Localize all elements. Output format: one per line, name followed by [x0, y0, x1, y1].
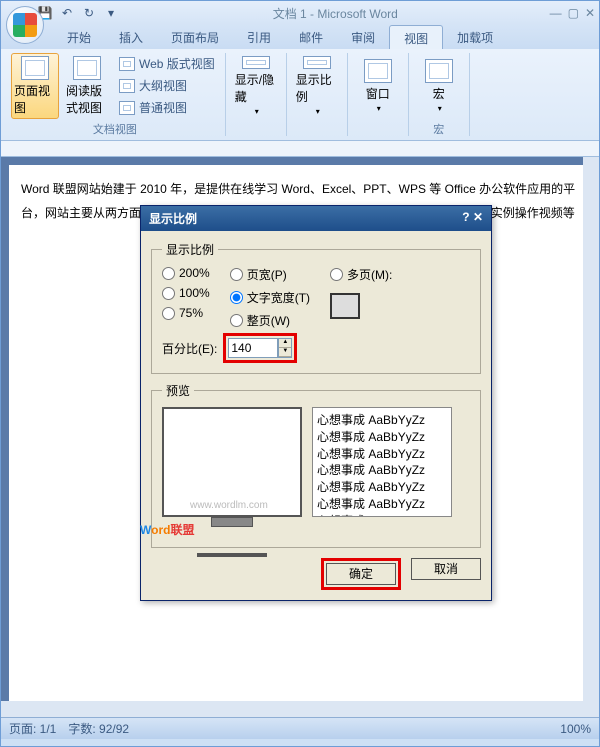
- macro-button[interactable]: 宏▾: [415, 53, 463, 119]
- vertical-scrollbar[interactable]: [583, 157, 599, 717]
- zoom-label: 显示比例: [296, 71, 338, 105]
- tab-references[interactable]: 引用: [233, 25, 285, 49]
- web-view-icon: [119, 57, 135, 71]
- outline-view-icon: [119, 79, 135, 93]
- macro-group-label: 宏: [433, 119, 444, 139]
- tab-layout[interactable]: 页面布局: [157, 25, 233, 49]
- tab-review[interactable]: 审阅: [337, 25, 389, 49]
- radio-75[interactable]: 75%: [162, 306, 210, 320]
- chevron-down-icon: ▾: [377, 104, 381, 113]
- radio-textwidth[interactable]: 文字宽度(T): [230, 289, 310, 306]
- office-logo-icon: [13, 13, 37, 37]
- outline-view-button[interactable]: 大纲视图: [115, 75, 219, 96]
- radio-wholepage[interactable]: 整页(W): [230, 312, 310, 329]
- ok-button[interactable]: 确定: [326, 563, 396, 585]
- zoom-icon: [303, 56, 331, 69]
- horizontal-scrollbar[interactable]: [1, 701, 583, 717]
- status-page[interactable]: 页面: 1/1: [9, 720, 56, 737]
- web-view-label: Web 版式视图: [139, 55, 215, 72]
- doc-views-group-label: 文档视图: [93, 119, 137, 139]
- show-hide-icon: [242, 56, 270, 69]
- window-title: 文档 1 - Microsoft Word: [121, 5, 550, 22]
- dialog-titlebar[interactable]: 显示比例 ? ✕: [141, 206, 491, 231]
- ribbon: 页面视图 阅读版式视图 Web 版式视图 大纲视图 普通视图 文档视图 显示/隐…: [1, 49, 599, 141]
- chevron-down-icon: ▾: [316, 107, 320, 116]
- page-view-label: 页面视图: [14, 82, 56, 116]
- status-words[interactable]: 字数: 92/92: [68, 720, 129, 737]
- zoom-dialog: 显示比例 ? ✕ 显示比例 200% 100% 75% 页宽(P) 文字宽度(T…: [140, 205, 492, 601]
- radio-multipage[interactable]: 多页(M):: [330, 266, 392, 283]
- page-view-button[interactable]: 页面视图: [11, 53, 59, 119]
- macro-label: 宏: [433, 85, 445, 102]
- dialog-title: 显示比例: [149, 210, 197, 227]
- window-icon: [364, 59, 392, 83]
- reading-view-button[interactable]: 阅读版式视图: [63, 53, 111, 119]
- ruler: [1, 141, 599, 157]
- tab-insert[interactable]: 插入: [105, 25, 157, 49]
- zoom-fieldset: 显示比例 200% 100% 75% 页宽(P) 文字宽度(T) 整页(W) 多…: [151, 241, 481, 374]
- reading-view-label: 阅读版式视图: [66, 82, 108, 116]
- chevron-down-icon: ▾: [438, 104, 442, 113]
- minimize-icon[interactable]: —: [550, 6, 562, 20]
- show-hide-button[interactable]: 显示/隐藏 ▾: [232, 53, 280, 119]
- ribbon-tabs: 开始 插入 页面布局 引用 邮件 审阅 视图 加载项: [1, 25, 599, 49]
- office-button[interactable]: [6, 6, 44, 44]
- normal-view-icon: [119, 101, 135, 115]
- show-hide-label: 显示/隐藏: [235, 71, 277, 105]
- status-zoom[interactable]: 100%: [560, 722, 591, 736]
- radio-100[interactable]: 100%: [162, 286, 210, 300]
- page-view-icon: [21, 56, 49, 80]
- redo-icon[interactable]: ↻: [79, 3, 99, 23]
- maximize-icon[interactable]: ▢: [568, 6, 579, 20]
- tab-view[interactable]: 视图: [389, 25, 443, 49]
- statusbar: 页面: 1/1 字数: 92/92 100%: [1, 717, 599, 739]
- tab-addins[interactable]: 加载项: [443, 25, 507, 49]
- web-view-button[interactable]: Web 版式视图: [115, 53, 219, 74]
- outline-view-label: 大纲视图: [139, 77, 187, 94]
- multipage-icon[interactable]: [330, 293, 360, 319]
- zoom-button[interactable]: 显示比例 ▾: [293, 53, 341, 119]
- chevron-down-icon: ▾: [255, 107, 259, 116]
- tab-home[interactable]: 开始: [53, 25, 105, 49]
- radio-200[interactable]: 200%: [162, 266, 210, 280]
- normal-view-label: 普通视图: [139, 99, 187, 116]
- percent-input[interactable]: [228, 338, 278, 358]
- normal-view-button[interactable]: 普通视图: [115, 97, 219, 118]
- titlebar: 💾 ↶ ↻ ▾ 文档 1 - Microsoft Word — ▢ ✕: [1, 1, 599, 25]
- percent-label: 百分比(E):: [162, 340, 217, 357]
- preview-monitor-icon: [162, 407, 302, 517]
- tab-mail[interactable]: 邮件: [285, 25, 337, 49]
- reading-view-icon: [73, 56, 101, 80]
- percent-spinner[interactable]: ▲▼: [278, 338, 292, 358]
- radio-pagewidth[interactable]: 页宽(P): [230, 266, 310, 283]
- undo-icon[interactable]: ↶: [57, 3, 77, 23]
- macro-icon: [425, 59, 453, 83]
- close-icon[interactable]: ✕: [585, 6, 595, 20]
- dialog-close-icon[interactable]: ✕: [473, 210, 483, 224]
- preview-legend: 预览: [162, 382, 194, 399]
- window-button[interactable]: 窗口 ▾: [354, 53, 402, 119]
- zoom-fieldset-legend: 显示比例: [162, 241, 218, 258]
- preview-sample: 心想事成 AaBbYyZz 心想事成 AaBbYyZz 心想事成 AaBbYyZ…: [312, 407, 452, 517]
- cancel-button[interactable]: 取消: [411, 558, 481, 580]
- help-icon[interactable]: ?: [462, 210, 469, 224]
- window-label: 窗口: [366, 85, 390, 102]
- preview-fieldset: 预览 心想事成 AaBbYyZz 心想事成 AaBbYyZz 心想事成 AaBb…: [151, 382, 481, 548]
- qat-menu-icon[interactable]: ▾: [101, 3, 121, 23]
